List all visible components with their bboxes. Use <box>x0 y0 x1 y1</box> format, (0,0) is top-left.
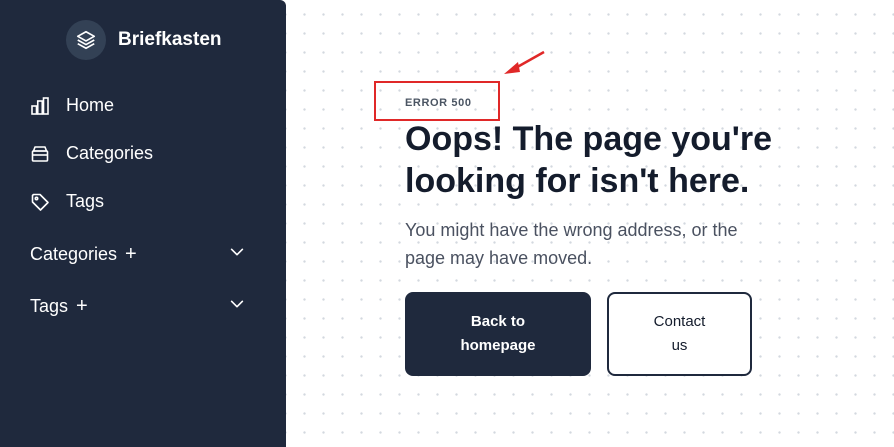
back-to-homepage-button[interactable]: Back to homepage <box>405 292 591 376</box>
layers-icon <box>66 20 106 60</box>
app: Briefkasten Home Categories Tags Categor… <box>0 0 894 447</box>
sidebar-group-tags[interactable]: Tags + <box>30 295 246 318</box>
add-tag-button[interactable]: + <box>76 295 88 318</box>
sidebar-item-tags[interactable]: Tags <box>30 191 104 212</box>
group-label: Categories <box>30 244 118 264</box>
bar-chart-icon <box>30 96 50 116</box>
add-category-button[interactable]: + <box>125 243 137 266</box>
sidebar-item-label: Categories <box>66 143 154 163</box>
page-title: Oops! The page you're looking for isn't … <box>405 120 773 200</box>
annotation-arrow-icon <box>500 48 548 83</box>
sidebar: Briefkasten Home Categories Tags Categor… <box>0 0 286 447</box>
error-description: You might have the wrong address, or the… <box>405 220 738 268</box>
brand-name: Briefkasten <box>118 29 222 50</box>
contact-us-button[interactable]: Contact us <box>607 292 752 376</box>
error-code: ERROR 500 <box>405 97 472 109</box>
tag-icon <box>30 192 50 212</box>
brand[interactable]: Briefkasten <box>66 20 222 60</box>
group-label: Tags <box>30 296 69 316</box>
archive-icon <box>30 144 50 164</box>
chevron-down-icon[interactable] <box>228 243 246 266</box>
sidebar-item-home[interactable]: Home <box>30 95 114 116</box>
sidebar-group-categories[interactable]: Categories + <box>30 243 246 266</box>
sidebar-item-label: Tags <box>66 191 105 211</box>
chevron-down-icon[interactable] <box>228 295 246 318</box>
sidebar-item-label: Home <box>66 95 115 115</box>
main-content: ERROR 500 Oops! The page you're looking … <box>286 0 894 447</box>
sidebar-item-categories[interactable]: Categories <box>30 143 153 164</box>
